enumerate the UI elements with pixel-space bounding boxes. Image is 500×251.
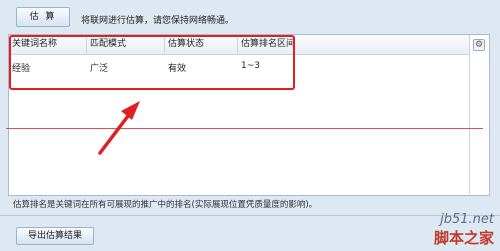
watermark-url: jb51.net [440,212,494,227]
footer-divider [0,215,500,216]
export-results-button[interactable]: 导出估算结果 [16,227,94,245]
site-watermark: jb51.net 脚本之家 [434,212,494,248]
watermark-name: 脚本之家 [433,229,494,247]
annotation-arrow [98,101,140,155]
ranking-note: 估算排名是关键词在所有可展现的推广中的排名(实际展现位置凭质量度的影响)。 [13,200,318,210]
